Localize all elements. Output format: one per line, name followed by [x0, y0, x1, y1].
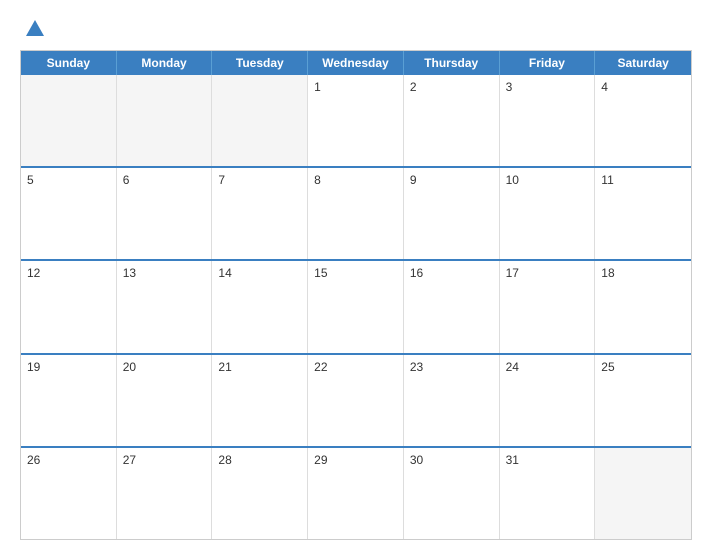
day-number: 16 — [410, 266, 493, 280]
logo — [20, 18, 50, 40]
day-number: 15 — [314, 266, 397, 280]
cal-cell: 11 — [595, 168, 691, 259]
cal-cell: 25 — [595, 355, 691, 446]
cal-cell: 19 — [21, 355, 117, 446]
day-number: 22 — [314, 360, 397, 374]
cal-cell: 30 — [404, 448, 500, 539]
calendar: SundayMondayTuesdayWednesdayThursdayFrid… — [20, 50, 692, 540]
calendar-week-5: 26 27 28 29 30 31 — [21, 446, 691, 539]
calendar-page: SundayMondayTuesdayWednesdayThursdayFrid… — [0, 0, 712, 550]
day-number: 25 — [601, 360, 685, 374]
cal-cell: 21 — [212, 355, 308, 446]
day-number: 8 — [314, 173, 397, 187]
cal-cell — [21, 75, 117, 166]
cal-header-cell-monday: Monday — [117, 51, 213, 75]
day-number: 1 — [314, 80, 397, 94]
day-number: 19 — [27, 360, 110, 374]
calendar-week-2: 56789 10 11 — [21, 166, 691, 259]
cal-cell: 15 — [308, 261, 404, 352]
cal-header-cell-thursday: Thursday — [404, 51, 500, 75]
calendar-week-3: 12 13 14 15 16 17 18 — [21, 259, 691, 352]
cal-header-cell-sunday: Sunday — [21, 51, 117, 75]
calendar-header: SundayMondayTuesdayWednesdayThursdayFrid… — [21, 51, 691, 75]
cal-cell: 9 — [404, 168, 500, 259]
day-number: 9 — [410, 173, 493, 187]
day-number: 4 — [601, 80, 685, 94]
cal-header-cell-tuesday: Tuesday — [212, 51, 308, 75]
cal-cell: 13 — [117, 261, 213, 352]
day-number: 28 — [218, 453, 301, 467]
day-number: 18 — [601, 266, 685, 280]
cal-cell: 4 — [595, 75, 691, 166]
day-number: 17 — [506, 266, 589, 280]
cal-cell — [117, 75, 213, 166]
day-number: 26 — [27, 453, 110, 467]
cal-cell: 5 — [21, 168, 117, 259]
cal-cell: 27 — [117, 448, 213, 539]
day-number: 30 — [410, 453, 493, 467]
cal-cell: 12 — [21, 261, 117, 352]
day-number: 2 — [410, 80, 493, 94]
cal-cell: 2 — [404, 75, 500, 166]
page-header — [20, 18, 692, 40]
day-number: 13 — [123, 266, 206, 280]
cal-cell — [595, 448, 691, 539]
cal-cell: 8 — [308, 168, 404, 259]
day-number: 6 — [123, 173, 206, 187]
day-number: 14 — [218, 266, 301, 280]
day-number: 23 — [410, 360, 493, 374]
cal-cell: 17 — [500, 261, 596, 352]
cal-cell — [212, 75, 308, 166]
cal-cell: 10 — [500, 168, 596, 259]
cal-cell: 28 — [212, 448, 308, 539]
cal-cell: 14 — [212, 261, 308, 352]
cal-cell: 3 — [500, 75, 596, 166]
day-number: 29 — [314, 453, 397, 467]
cal-cell: 18 — [595, 261, 691, 352]
cal-cell: 31 — [500, 448, 596, 539]
day-number: 12 — [27, 266, 110, 280]
cal-header-cell-friday: Friday — [500, 51, 596, 75]
day-number: 20 — [123, 360, 206, 374]
day-number: 5 — [27, 173, 110, 187]
cal-cell: 20 — [117, 355, 213, 446]
cal-cell: 7 — [212, 168, 308, 259]
cal-cell: 29 — [308, 448, 404, 539]
cal-cell: 16 — [404, 261, 500, 352]
calendar-week-4: 19 20 21 22 23 24 25 — [21, 353, 691, 446]
cal-cell: 1 — [308, 75, 404, 166]
cal-header-cell-wednesday: Wednesday — [308, 51, 404, 75]
cal-cell: 26 — [21, 448, 117, 539]
cal-cell: 24 — [500, 355, 596, 446]
cal-cell: 23 — [404, 355, 500, 446]
day-number: 11 — [601, 173, 685, 187]
cal-cell: 6 — [117, 168, 213, 259]
day-number: 10 — [506, 173, 589, 187]
logo-icon — [24, 18, 46, 40]
calendar-week-1: 1234 — [21, 75, 691, 166]
cal-cell: 22 — [308, 355, 404, 446]
calendar-body: 1234567891011121314151617181920212223242… — [21, 75, 691, 539]
day-number: 24 — [506, 360, 589, 374]
day-number: 3 — [506, 80, 589, 94]
day-number: 21 — [218, 360, 301, 374]
day-number: 27 — [123, 453, 206, 467]
day-number: 7 — [218, 173, 301, 187]
day-number: 31 — [506, 453, 589, 467]
cal-header-cell-saturday: Saturday — [595, 51, 691, 75]
